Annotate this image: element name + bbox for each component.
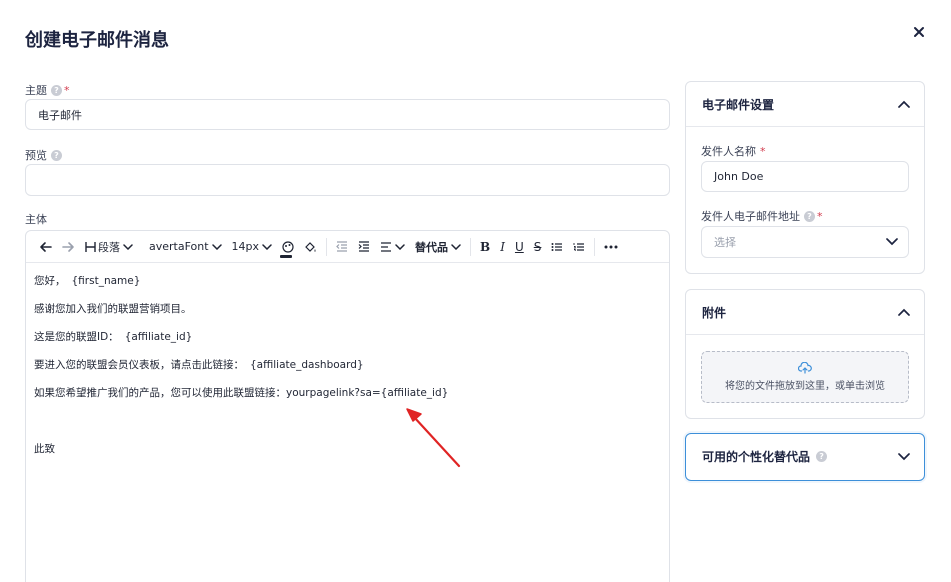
redo-button[interactable] bbox=[57, 231, 80, 263]
merge-tags-dropdown[interactable]: 替代品 bbox=[410, 231, 466, 263]
chevron-down-icon bbox=[262, 243, 272, 250]
subject-input[interactable]: 电子邮件 bbox=[25, 99, 670, 130]
content-line: 感谢您加入我们的联盟营销项目。 bbox=[34, 303, 192, 315]
info-icon[interactable]: ? bbox=[51, 149, 62, 161]
numbered-list-icon bbox=[573, 242, 585, 251]
italic-icon[interactable]: I bbox=[495, 231, 510, 263]
outdent-button[interactable] bbox=[331, 231, 353, 263]
editor-toolbar: 段落 avertaFont 14px 替代品 B I U S bbox=[26, 231, 669, 263]
required-asterisk: * bbox=[817, 209, 823, 223]
sender-email-label: 发件人电子邮件地址 bbox=[701, 210, 800, 223]
align-left-icon bbox=[381, 241, 392, 252]
body-label-row: 主体 bbox=[25, 211, 47, 227]
required-asterisk: * bbox=[64, 83, 70, 97]
indent-icon bbox=[358, 241, 370, 252]
substitutions-panel[interactable]: 可用的个性化替代品 ? bbox=[685, 433, 925, 481]
bold-icon[interactable]: B bbox=[475, 231, 495, 263]
email-settings-title: 电子邮件设置 bbox=[702, 97, 775, 112]
preview-label: 预览 bbox=[25, 149, 47, 162]
outdent-icon bbox=[336, 241, 348, 252]
palette-icon bbox=[282, 240, 294, 253]
content-line: 您好， {first_name} bbox=[34, 275, 141, 287]
dialog-title: 创建电子邮件消息 bbox=[25, 30, 169, 51]
chevron-down-icon bbox=[123, 243, 133, 250]
bullet-list-icon bbox=[551, 242, 563, 251]
upload-cloud-icon bbox=[798, 362, 812, 374]
chevron-down-icon bbox=[211, 243, 222, 250]
undo-button[interactable] bbox=[34, 231, 57, 263]
sender-email-select[interactable]: 选择 bbox=[701, 226, 909, 258]
font-dropdown[interactable]: avertaFont bbox=[144, 231, 227, 263]
align-dropdown[interactable] bbox=[375, 231, 410, 263]
sender-name-value: John Doe bbox=[714, 170, 764, 183]
substitutions-title: 可用的个性化替代品 bbox=[702, 450, 811, 464]
highlight-color-button[interactable] bbox=[299, 231, 322, 263]
chevron-up-icon bbox=[898, 100, 910, 108]
subject-label: 主题 bbox=[25, 84, 47, 97]
font-size-dropdown[interactable]: 14px bbox=[227, 231, 278, 263]
attachments-header[interactable]: 附件 bbox=[686, 290, 924, 335]
heading-icon bbox=[85, 241, 96, 252]
numbered-list-button[interactable] bbox=[568, 231, 590, 263]
indent-button[interactable] bbox=[353, 231, 375, 263]
content-line: 此致 bbox=[34, 443, 55, 455]
subject-label-row: 主题 ? * bbox=[25, 82, 70, 98]
content-line: 如果您希望推广我们的产品，您可以使用此联盟链接：yourpagelink?sa=… bbox=[34, 387, 449, 399]
file-dropzone[interactable]: 将您的文件拖放到这里，或单击浏览 bbox=[701, 351, 909, 403]
attachments-title: 附件 bbox=[702, 305, 727, 320]
strikethrough-icon[interactable]: S bbox=[529, 231, 547, 263]
content-line-empty bbox=[34, 413, 661, 441]
content-line: 要进入您的联盟会员仪表板，请点击此链接： {affiliate_dashboard… bbox=[34, 359, 364, 371]
email-settings-header[interactable]: 电子邮件设置 bbox=[686, 82, 924, 127]
preview-input[interactable] bbox=[25, 164, 670, 196]
content-line: 这是您的联盟ID： {affiliate_id} bbox=[34, 331, 193, 343]
font-size-label: 14px bbox=[231, 240, 260, 253]
chevron-down-icon bbox=[395, 243, 405, 250]
chevron-down-icon bbox=[898, 452, 910, 460]
bullet-list-button[interactable] bbox=[546, 231, 568, 263]
more-icon[interactable] bbox=[599, 231, 623, 263]
body-label: 主体 bbox=[25, 213, 47, 226]
sender-name-input[interactable]: John Doe bbox=[701, 161, 909, 192]
sender-name-label: 发件人名称 bbox=[701, 145, 756, 158]
preview-label-row: 预览 ? bbox=[25, 147, 62, 163]
heading-dropdown[interactable]: 段落 bbox=[80, 231, 138, 263]
close-icon[interactable] bbox=[911, 24, 927, 40]
font-label: avertaFont bbox=[149, 240, 209, 253]
sender-email-label-row: 发件人电子邮件地址 ? * bbox=[701, 208, 823, 224]
body-editor[interactable]: 段落 avertaFont 14px 替代品 B I U S 您好， {firs… bbox=[25, 230, 670, 582]
text-color-button[interactable] bbox=[277, 231, 299, 263]
underline-icon[interactable]: U bbox=[510, 231, 529, 263]
sender-name-label-row: 发件人名称 * bbox=[701, 143, 766, 159]
dropzone-text: 将您的文件拖放到这里，或单击浏览 bbox=[725, 381, 885, 392]
editor-content[interactable]: 您好， {first_name} 感谢您加入我们的联盟营销项目。 这是您的联盟ID… bbox=[26, 263, 669, 479]
info-icon[interactable]: ? bbox=[804, 210, 815, 222]
sender-email-placeholder: 选择 bbox=[714, 236, 736, 249]
heading-label: 段落 bbox=[98, 240, 120, 254]
required-asterisk: * bbox=[760, 144, 766, 158]
merge-tags-label: 替代品 bbox=[415, 240, 449, 254]
chevron-down-icon bbox=[451, 243, 461, 250]
subject-value: 电子邮件 bbox=[38, 108, 82, 122]
info-icon[interactable]: ? bbox=[51, 84, 62, 96]
chevron-down-icon bbox=[886, 238, 898, 246]
paint-bucket-icon bbox=[305, 241, 316, 252]
chevron-up-icon bbox=[898, 308, 910, 316]
substitutions-header[interactable]: 可用的个性化替代品 ? bbox=[686, 434, 924, 479]
info-icon[interactable]: ? bbox=[816, 451, 828, 462]
